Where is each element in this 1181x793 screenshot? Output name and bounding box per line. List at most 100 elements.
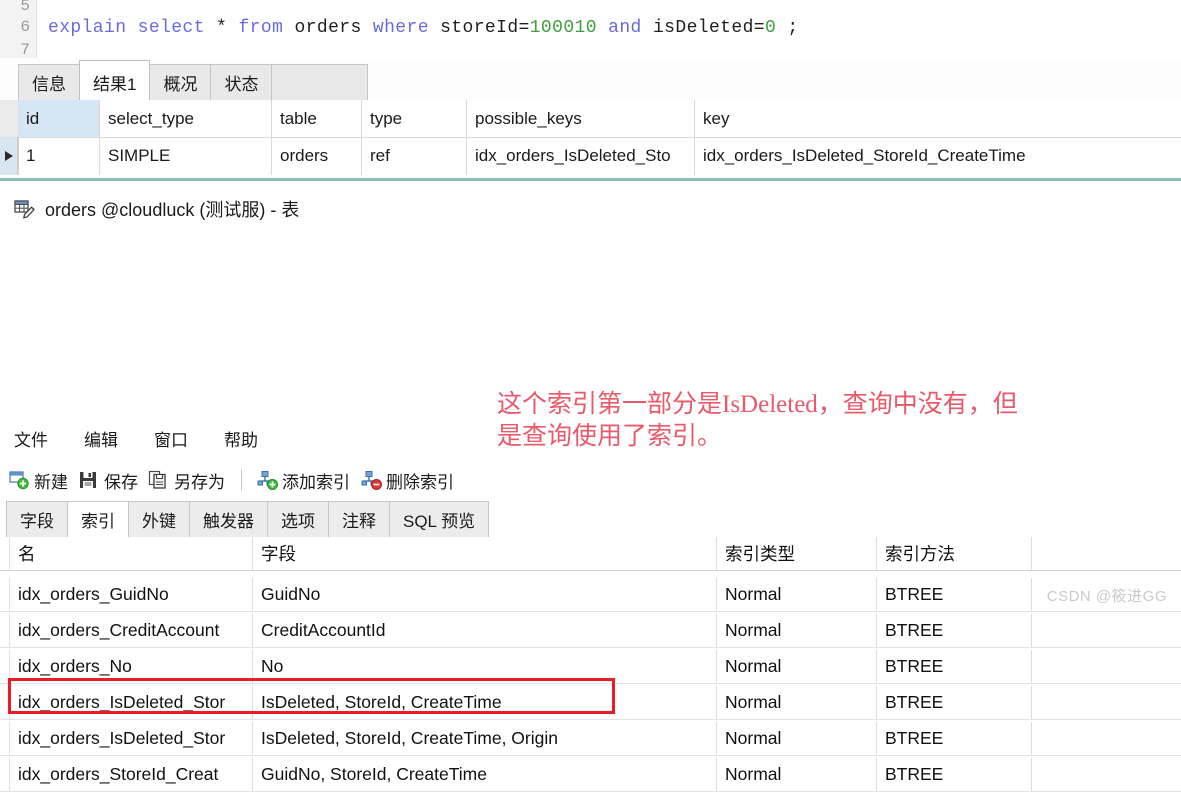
index-grid-corner — [0, 537, 10, 570]
explain-col-header-possible_keys[interactable]: possible_keys — [467, 100, 695, 137]
index-col-header-spacer[interactable] — [1032, 537, 1181, 570]
index-row-selector[interactable] — [0, 614, 10, 647]
result-tab-0[interactable]: 信息 — [18, 64, 80, 100]
index-col-header-字段[interactable]: 字段 — [253, 537, 717, 570]
index-cell-fields[interactable]: GuidNo — [253, 578, 717, 611]
menu-item-帮助[interactable]: 帮助 — [224, 426, 258, 451]
explain-col-header-id[interactable]: id — [18, 100, 100, 137]
index-cell-fields[interactable]: IsDeleted, StoreId, CreateTime, Origin — [253, 722, 717, 755]
menu-item-编辑[interactable]: 编辑 — [84, 426, 118, 451]
explain-cell-table[interactable]: orders — [272, 137, 362, 175]
designer-tab-2[interactable]: 外键 — [128, 501, 190, 537]
index-cell-spacer[interactable] — [1032, 758, 1181, 791]
index-col-header-名[interactable]: 名 — [10, 537, 253, 570]
toolbar-button-保存[interactable]: 保存 — [78, 468, 138, 493]
toolbar-button-label: 添加索引 — [282, 472, 350, 492]
sql-token: 0 — [765, 18, 777, 38]
index-cell-index-method[interactable]: BTREE — [877, 758, 1032, 791]
index-row-selector[interactable] — [0, 758, 10, 791]
toolbar-button-新建[interactable]: 新建 — [8, 468, 68, 493]
index-cell-spacer[interactable] — [1032, 722, 1181, 755]
sql-editor[interactable]: 5 6 7 explain select * from orders where… — [0, 0, 1181, 58]
designer-tab-0[interactable]: 字段 — [6, 501, 68, 537]
sql-token: where — [372, 18, 429, 38]
designer-tab-4[interactable]: 选项 — [267, 501, 329, 537]
index-row-selector[interactable] — [0, 650, 10, 683]
index-cell-name[interactable]: idx_orders_No — [10, 650, 253, 683]
sql-token: ; — [776, 18, 799, 38]
sql-token: and — [608, 18, 642, 38]
explain-data-row[interactable]: 1 SIMPLE orders ref idx_orders_IsDeleted_Sto… — [0, 137, 1181, 175]
designer-title-text: orders @cloudluck (测试服) - 表 — [45, 200, 300, 220]
index-cell-spacer[interactable] — [1032, 650, 1181, 683]
designer-tab-3[interactable]: 触发器 — [189, 501, 268, 537]
index-cell-index-method[interactable]: BTREE — [877, 650, 1032, 683]
sql-code-line[interactable]: explain select * from orders where store… — [48, 18, 799, 38]
index-cell-index-method[interactable]: BTREE — [877, 578, 1032, 611]
explain-result-grid[interactable]: id select_type table type possible_keys key 1… — [0, 100, 1181, 181]
row-selector[interactable] — [0, 137, 18, 175]
index-cell-index-type[interactable]: Normal — [717, 686, 877, 719]
index-cell-index-method[interactable]: BTREE — [877, 686, 1032, 719]
index-cell-name[interactable]: idx_orders_CreditAccount — [10, 614, 253, 647]
index-cell-spacer[interactable] — [1032, 614, 1181, 647]
result-tab-1[interactable]: 结果1 — [79, 60, 151, 100]
menu-item-文件[interactable]: 文件 — [14, 426, 48, 451]
menu-item-窗口[interactable]: 窗口 — [154, 426, 188, 451]
index-row[interactable]: idx_orders_GuidNo GuidNo Normal BTREE — [0, 578, 1181, 612]
index-col-header-索引类型[interactable]: 索引类型 — [717, 537, 877, 570]
explain-col-header-select_type[interactable]: select_type — [100, 100, 272, 137]
index-cell-fields[interactable]: GuidNo, StoreId, CreateTime — [253, 758, 717, 791]
index-cell-spacer[interactable] — [1032, 686, 1181, 719]
result-tab-2[interactable]: 概况 — [149, 64, 212, 100]
index-row-selector[interactable] — [0, 686, 10, 719]
index-grid[interactable]: 名字段 索引类型 索引方法 idx_orders_GuidNo GuidNo Normal… — [0, 537, 1181, 793]
index-cell-index-method[interactable]: BTREE — [877, 722, 1032, 755]
index-col-header-索引方法[interactable]: 索引方法 — [877, 537, 1032, 570]
index-row-selector[interactable] — [0, 722, 10, 755]
index-cell-index-type[interactable]: Normal — [717, 722, 877, 755]
explain-cell-type[interactable]: ref — [362, 137, 467, 175]
index-row[interactable]: idx_orders_StoreId_Creat GuidNo, StoreId,… — [0, 758, 1181, 792]
index-cell-index-type[interactable]: Normal — [717, 578, 877, 611]
explain-cell-possible_keys[interactable]: idx_orders_IsDeleted_Sto — [467, 137, 695, 175]
index-row[interactable]: idx_orders_IsDeleted_Stor IsDeleted, Stor… — [0, 722, 1181, 756]
index-cell-index-method[interactable]: BTREE — [877, 614, 1032, 647]
toolbar-button-添加索引[interactable]: 添加索引 — [256, 468, 350, 493]
toolbar-button-删除索引[interactable]: 删除索引 — [360, 468, 454, 493]
index-row[interactable]: idx_orders_No No Normal BTREE — [0, 650, 1181, 684]
explain-header-row: id select_type table type possible_keys key — [18, 100, 1181, 138]
index-cell-name[interactable]: idx_orders_IsDeleted_Stor — [10, 686, 253, 719]
index-cell-index-type[interactable]: Normal — [717, 614, 877, 647]
index-cell-index-type[interactable]: Normal — [717, 650, 877, 683]
designer-tab-6[interactable]: SQL 预览 — [389, 501, 490, 537]
explain-col-header-type[interactable]: type — [362, 100, 467, 137]
index-cell-index-type[interactable]: Normal — [717, 758, 877, 791]
line-number-5: 5 — [20, 0, 30, 15]
result-tab-3[interactable]: 状态 — [210, 64, 273, 100]
toolbar-button-另存为[interactable]: 另存为 — [148, 468, 225, 493]
index-cell-fields[interactable]: IsDeleted, StoreId, CreateTime — [253, 686, 717, 719]
sql-token: storeId= — [440, 18, 530, 38]
designer-tab-1[interactable]: 索引 — [67, 501, 129, 537]
index-cell-fields[interactable]: CreditAccountId — [253, 614, 717, 647]
add-index-icon — [256, 470, 278, 490]
explain-cell-key[interactable]: idx_orders_IsDeleted_StoreId_CreateTime — [695, 137, 1181, 175]
explain-col-header-table[interactable]: table — [272, 100, 362, 137]
designer-tab-5[interactable]: 注释 — [328, 501, 390, 537]
explain-cell-select_type[interactable]: SIMPLE — [100, 137, 272, 175]
designer-toolbar: 新建 保存 另存为 添加索引 删除索引 — [0, 463, 1181, 497]
index-cell-name[interactable]: idx_orders_GuidNo — [10, 578, 253, 611]
index-row[interactable]: idx_orders_IsDeleted_Stor IsDeleted, Stor… — [0, 686, 1181, 720]
index-row[interactable]: idx_orders_CreditAccount CreditAccountId N… — [0, 614, 1181, 648]
index-cell-fields[interactable]: No — [253, 650, 717, 683]
index-cell-name[interactable]: idx_orders_StoreId_Creat — [10, 758, 253, 791]
index-cell-name[interactable]: idx_orders_IsDeleted_Stor — [10, 722, 253, 755]
explain-cell-id[interactable]: 1 — [18, 137, 100, 175]
sql-token: explain — [48, 18, 127, 38]
toolbar-button-label: 保存 — [104, 472, 138, 492]
index-row-selector[interactable] — [0, 578, 10, 611]
explain-col-header-key[interactable]: key — [695, 100, 1181, 137]
